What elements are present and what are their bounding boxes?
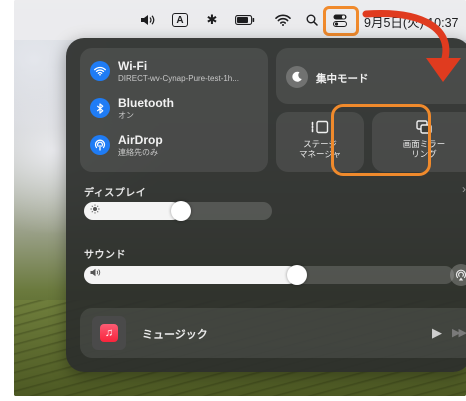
play-icon[interactable]: ▶ xyxy=(432,325,442,341)
now-playing-app-label: ミュージック xyxy=(142,329,208,341)
display-brightness-slider[interactable] xyxy=(84,201,272,221)
chevron-right-icon[interactable]: › xyxy=(462,182,466,196)
sound-volume-slider[interactable] xyxy=(84,265,454,285)
pointer-arrow-icon xyxy=(362,9,461,82)
sound-volume-knob[interactable] xyxy=(287,265,307,285)
airdrop-row[interactable]: AirDrop 連絡先のみ xyxy=(90,133,163,157)
display-section-label: ディスプレイ xyxy=(84,188,147,199)
airdrop-title: AirDrop xyxy=(118,133,163,147)
sound-section-label: サウンド xyxy=(84,250,126,261)
sun-icon xyxy=(90,204,100,217)
airdrop-status: 連絡先のみ xyxy=(118,147,158,157)
airdrop-icon xyxy=(90,135,110,156)
fast-forward-icon[interactable]: ▶▶ xyxy=(452,326,466,339)
airplay-icon[interactable] xyxy=(450,264,466,286)
display-brightness-knob[interactable] xyxy=(171,201,191,221)
now-playing-tile[interactable]: ♫ ミュージック ▶ ▶▶ xyxy=(80,308,466,358)
sound-volume-fill xyxy=(84,266,297,284)
album-art: ♫ xyxy=(92,316,126,350)
screenshot-frame: A ✱ 9月5日(火) 10:37 Wi-Fi DIRECT-wv-Cynap-… xyxy=(14,0,466,396)
speaker-icon xyxy=(90,268,101,280)
music-note-icon: ♫ xyxy=(100,324,118,342)
